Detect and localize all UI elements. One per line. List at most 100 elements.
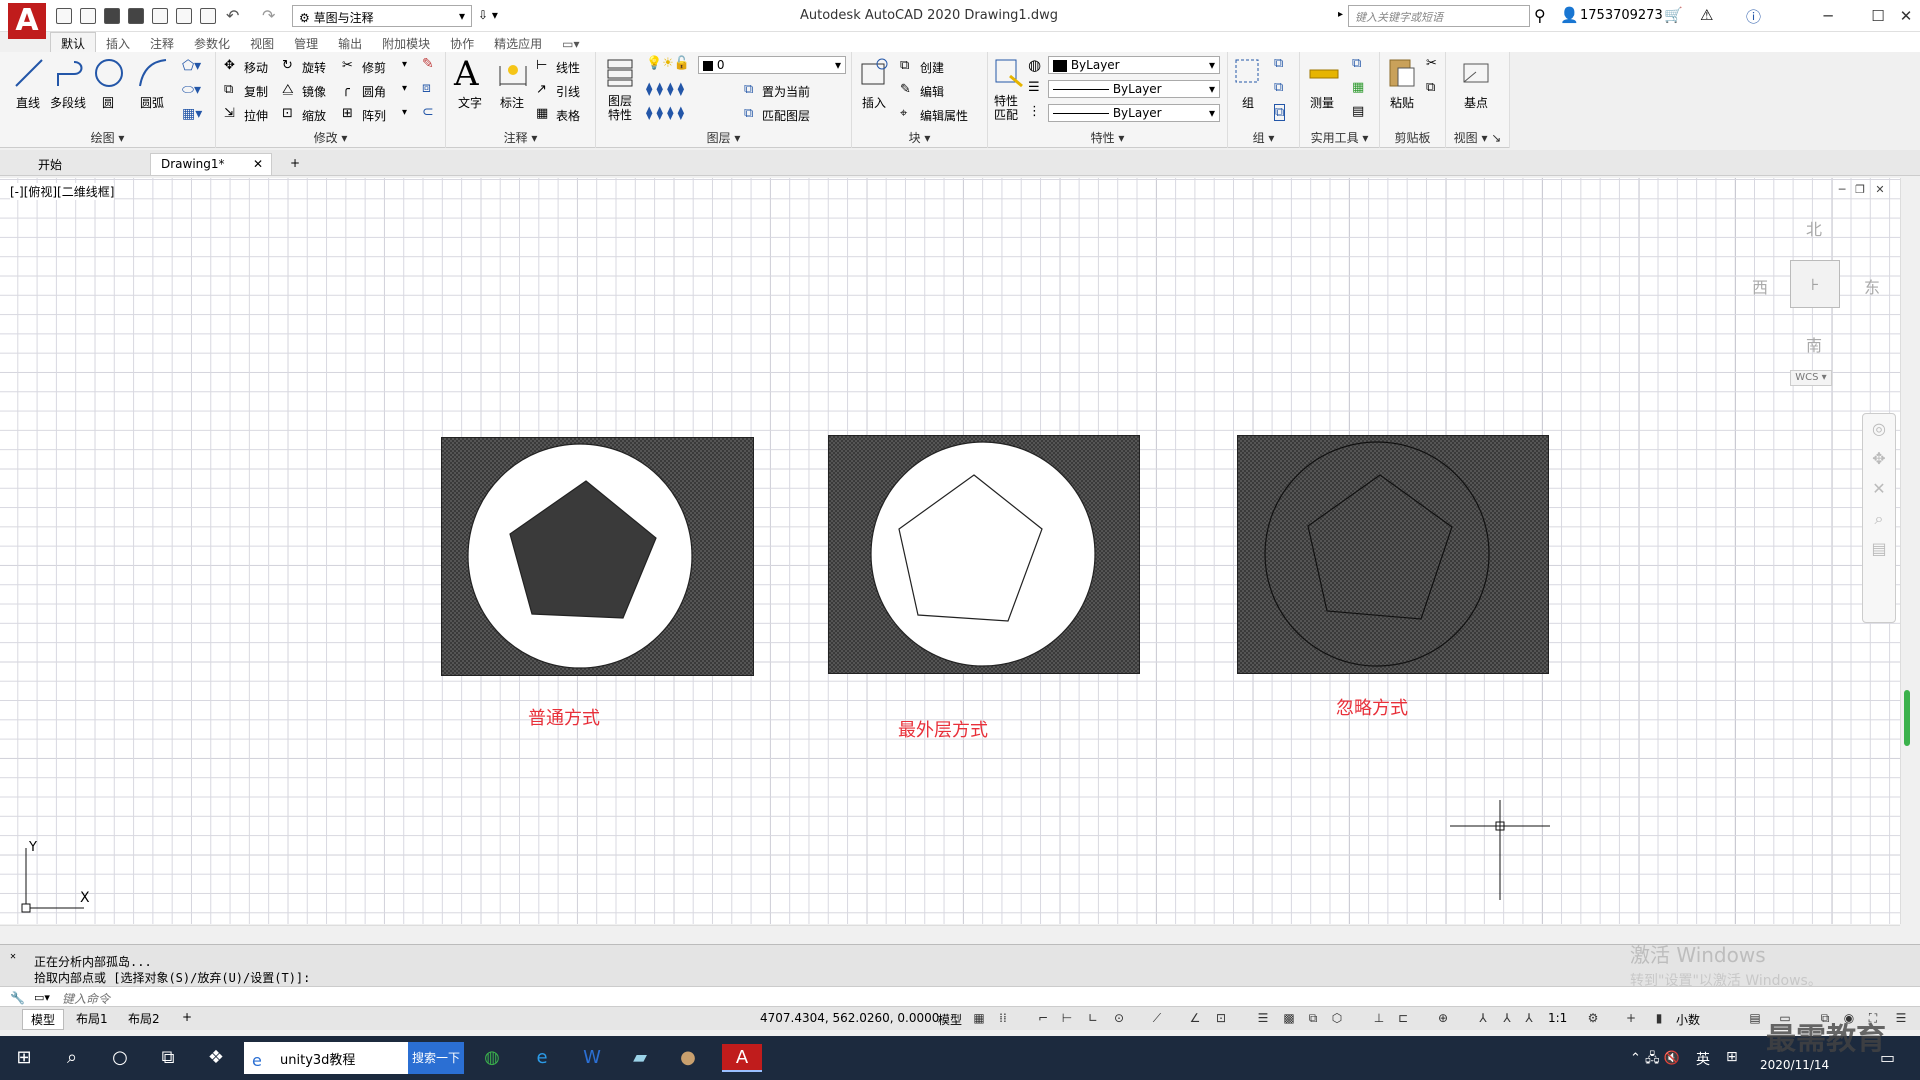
edit-label[interactable]: 编辑 [920, 83, 944, 100]
units-icon[interactable]: ▮ [1652, 1011, 1666, 1025]
tab-home[interactable]: 默认 [50, 32, 97, 54]
boundary-icon[interactable]: ▦▾ [182, 106, 202, 122]
fillet-dropdown-icon[interactable]: ▾ [402, 83, 407, 94]
taskbar-search-button[interactable]: 搜索一下 [408, 1042, 464, 1074]
group-select-icon[interactable]: ⧉ [1274, 104, 1286, 121]
word-icon[interactable]: W [578, 1044, 606, 1072]
tab-layout2[interactable]: 布局2 [120, 1009, 168, 1028]
quick-select-icon[interactable]: ⧉ [1352, 56, 1361, 71]
panel-modify-title[interactable]: 修改 ▾ [216, 129, 445, 146]
circle-label[interactable]: 圆 [102, 94, 114, 111]
gizmo-icon[interactable]: ⊕ [1436, 1011, 1450, 1025]
nav-tools-icon[interactable]: ◎ ✥ ✕ ⌕ ▤ [1863, 414, 1895, 564]
search-icon[interactable]: ⌕ [58, 1044, 86, 1072]
plot-icon[interactable] [200, 8, 216, 24]
move-icon[interactable]: ✥ [224, 58, 235, 73]
media-app-icon[interactable]: ● [674, 1044, 702, 1072]
browser-360-icon[interactable]: ◍ [478, 1044, 506, 1072]
vertical-scrollbar[interactable] [1900, 178, 1920, 924]
tab-addins[interactable]: 附加模块 [372, 33, 440, 54]
table-icon[interactable]: ▦ [536, 106, 548, 121]
annotation-scale-icon[interactable]: ⅄ [1522, 1011, 1536, 1025]
autodesk-app-store-icon[interactable]: 🛒 [1664, 6, 1683, 24]
insert-icon[interactable] [858, 56, 892, 90]
trim-dropdown-icon[interactable]: ▾ [402, 59, 407, 70]
object-snap-icon[interactable]: ⊡ [1214, 1011, 1228, 1025]
close-tab-icon[interactable]: ✕ [253, 157, 263, 171]
linear-icon[interactable]: ⊢ [536, 58, 547, 73]
share-icon[interactable] [176, 8, 192, 24]
minimize-icon[interactable]: ─ [1818, 6, 1838, 26]
model-space-button[interactable]: 模型 [938, 1011, 962, 1028]
input-mode-icon[interactable]: ⊞ [1726, 1049, 1738, 1065]
vertical-scroll-thumb[interactable] [1904, 690, 1910, 746]
app-icon[interactable]: ❖ [202, 1044, 230, 1072]
cortana-icon[interactable]: ○ [106, 1044, 134, 1072]
match-layer-label[interactable]: 匹配图层 [762, 107, 810, 124]
application-menu-button[interactable]: A [8, 3, 46, 39]
trim-icon[interactable]: ✂ [342, 58, 353, 73]
linear-label[interactable]: 线性 [556, 59, 580, 76]
tab-featured-apps[interactable]: 精选应用 [484, 33, 552, 54]
annotation-monitor-icon[interactable]: + [1624, 1011, 1638, 1025]
a360-icon[interactable]: ⚠ [1700, 6, 1713, 24]
dynamic-ucs-icon[interactable]: ⊥ [1372, 1011, 1386, 1025]
selection-filter-icon[interactable]: ⊏ [1396, 1011, 1410, 1025]
binoculars-icon[interactable]: ⚲ [1534, 6, 1546, 25]
selection-cycling-icon[interactable]: ⧉ [1306, 1011, 1320, 1025]
tab-manage[interactable]: 管理 [284, 33, 328, 54]
panel-block-title[interactable]: 块 ▾ [852, 129, 987, 146]
group-label[interactable]: 组 [1242, 94, 1254, 111]
tab-model[interactable]: 模型 [22, 1009, 65, 1030]
copy-label[interactable]: 复制 [244, 83, 268, 100]
match-layer-icon[interactable]: ⧉ [744, 106, 753, 121]
layer-select[interactable]: 0 ▾ [698, 56, 846, 74]
copy-icon[interactable]: ⧉ [224, 82, 233, 97]
horizontal-scrollbar[interactable] [0, 925, 1900, 942]
viewcube-east[interactable]: 东 [1864, 274, 1880, 298]
linetype-select[interactable]: ByLayer ▾ [1048, 80, 1220, 98]
array-dropdown-icon[interactable]: ▾ [402, 107, 407, 118]
layer-properties-icon[interactable] [604, 56, 638, 90]
scale-label[interactable]: 缩放 [302, 107, 326, 124]
arc-icon[interactable] [136, 56, 170, 90]
dimension-label[interactable]: 标注 [500, 94, 524, 111]
navigation-bar[interactable]: ◎ ✥ ✕ ⌕ ▤ [1862, 413, 1896, 623]
tab-parametric[interactable]: 参数化 [184, 33, 240, 54]
scale-icon[interactable]: ⊡ [282, 106, 293, 121]
group-icon[interactable] [1232, 56, 1266, 90]
viewcube-west[interactable]: 西 [1752, 274, 1768, 298]
layer-tools-row2-icon[interactable]: ⧫ ⧫ ⧫ ⧫ [646, 106, 684, 121]
search-input[interactable]: 键入关键字或短语 [1348, 5, 1530, 27]
leader-label[interactable]: 引线 [556, 83, 580, 100]
command-close-icon[interactable]: ✕ [10, 951, 16, 962]
trim-label[interactable]: 修剪 [362, 59, 386, 76]
text-label[interactable]: 文字 [458, 94, 482, 111]
panel-layers-title[interactable]: 图层 ▾ [596, 129, 851, 146]
share-dropdown-icon[interactable]: ⇩ ▾ [478, 8, 498, 22]
viewcube[interactable]: ⊦ [1790, 260, 1840, 308]
viewport-minimize-icon[interactable]: ─ [1836, 184, 1848, 196]
panel-utilities-title[interactable]: 实用工具 ▾ [1300, 129, 1379, 146]
color-wheel-icon[interactable]: ◍ [1028, 56, 1041, 74]
maximize-icon[interactable]: ☐ [1868, 6, 1888, 26]
line-label[interactable]: 直线 [16, 94, 40, 111]
base-label[interactable]: 基点 [1464, 94, 1488, 111]
workspace-select[interactable]: ⚙ 草图与注释 ▾ [292, 5, 472, 27]
line-icon[interactable] [12, 56, 46, 90]
isodraft-icon[interactable]: ⟋ [1150, 1011, 1164, 1025]
tab-collaborate[interactable]: 协作 [440, 33, 484, 54]
fillet-label[interactable]: 圆角 [362, 83, 386, 100]
lineweight-select[interactable]: ByLayer ▾ [1048, 104, 1220, 122]
layer-properties-label[interactable]: 图层 特性 [608, 94, 632, 122]
tab-start[interactable]: 开始 [28, 153, 148, 175]
command-recent-icon[interactable]: ▭▾ [34, 991, 50, 1004]
dimension-icon[interactable] [496, 56, 530, 90]
polyline-label[interactable]: 多段线 [50, 94, 86, 111]
edit-attribute-label[interactable]: 编辑属性 [920, 107, 968, 124]
help-icon[interactable]: ⓘ [1746, 6, 1761, 27]
drawing-canvas[interactable]: [-][俯视][二维线框] ─ ❐ ✕ 北 西 东 南 ⊦ WCS ▾ ◎ ✥ ✕ ⌕… [0, 178, 1920, 924]
customization-icon[interactable]: ☰ [1894, 1011, 1908, 1025]
open-file-icon[interactable] [80, 8, 96, 24]
panel-annotation-title[interactable]: 注释 ▾ [446, 129, 595, 146]
